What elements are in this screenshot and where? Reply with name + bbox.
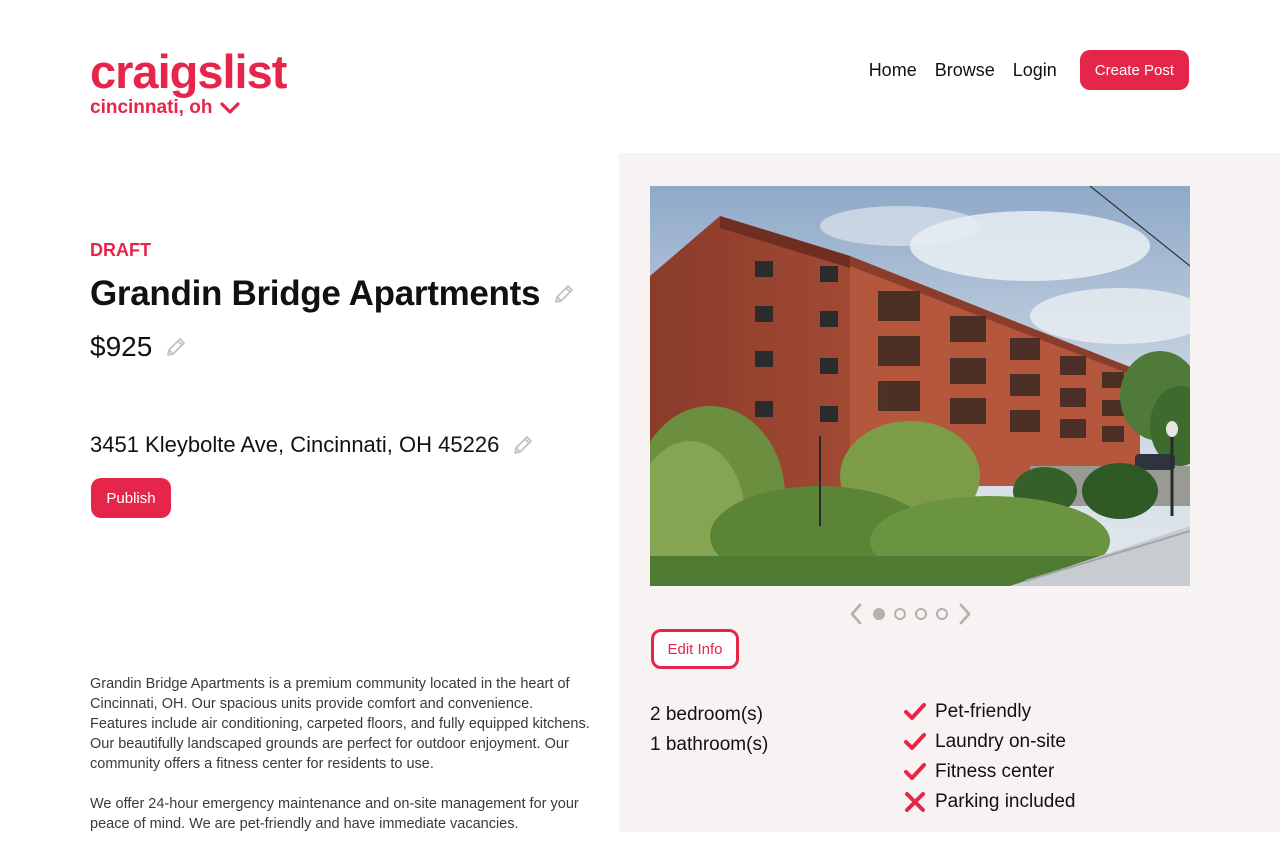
carousel-dot[interactable] bbox=[894, 608, 906, 620]
nav-browse-link[interactable]: Browse bbox=[935, 60, 995, 81]
x-icon bbox=[905, 792, 925, 812]
amenity-label: Laundry on-site bbox=[935, 731, 1066, 752]
image-carousel-controls bbox=[848, 602, 973, 626]
carousel-dot[interactable] bbox=[915, 608, 927, 620]
listing-photo[interactable] bbox=[650, 186, 1190, 586]
price-row: $925 bbox=[90, 331, 188, 363]
nav-login-link[interactable]: Login bbox=[1013, 60, 1057, 81]
create-post-button[interactable]: Create Post bbox=[1079, 50, 1189, 90]
location-label: cincinnati, oh bbox=[90, 97, 213, 118]
amenity-item: Parking included bbox=[904, 787, 1075, 817]
nav-home-link[interactable]: Home bbox=[869, 60, 917, 81]
top-nav: Home Browse Login Create Post bbox=[869, 50, 1189, 90]
amenities-list: Pet-friendly Laundry on-site Fitness cen… bbox=[904, 697, 1075, 817]
amenity-label: Fitness center bbox=[935, 761, 1055, 782]
amenity-item: Laundry on-site bbox=[904, 727, 1075, 757]
listing-price: $925 bbox=[90, 331, 153, 362]
edit-info-button[interactable]: Edit Info bbox=[651, 629, 739, 669]
draft-status-label: DRAFT bbox=[90, 240, 151, 260]
amenity-item: Fitness center bbox=[904, 757, 1075, 787]
description-paragraph: We offer 24-hour emergency maintenance a… bbox=[90, 796, 579, 832]
bathrooms-count: 1 bathroom(s) bbox=[650, 734, 769, 755]
check-icon bbox=[904, 733, 926, 750]
edit-title-pencil-icon[interactable] bbox=[552, 282, 576, 306]
check-icon bbox=[904, 703, 926, 720]
location-selector[interactable]: cincinnati, oh bbox=[90, 97, 241, 119]
chevron-down-icon bbox=[220, 102, 241, 114]
carousel-next-arrow-icon[interactable] bbox=[957, 602, 973, 626]
amenity-label: Parking included bbox=[935, 791, 1076, 812]
carousel-dot[interactable] bbox=[873, 608, 885, 620]
edit-price-pencil-icon[interactable] bbox=[164, 335, 188, 359]
publish-button[interactable]: Publish bbox=[91, 478, 171, 518]
address-row: 3451 Kleybolte Ave, Cincinnati, OH 45226 bbox=[90, 432, 535, 458]
craigslist-logo[interactable]: craigslist bbox=[90, 44, 287, 100]
amenity-item: Pet-friendly bbox=[904, 697, 1075, 727]
check-icon bbox=[904, 763, 926, 780]
description-paragraph: Grandin Bridge Apartments is a premium c… bbox=[90, 676, 590, 772]
carousel-prev-arrow-icon[interactable] bbox=[848, 602, 864, 626]
carousel-dot[interactable] bbox=[936, 608, 948, 620]
listing-description: Grandin Bridge Apartments is a premium c… bbox=[90, 674, 590, 854]
title-row: Grandin Bridge Apartments bbox=[90, 274, 576, 314]
listing-address: 3451 Kleybolte Ave, Cincinnati, OH 45226 bbox=[90, 432, 500, 457]
unit-details: 2 bedroom(s) 1 bathroom(s) bbox=[650, 700, 768, 760]
amenity-label: Pet-friendly bbox=[935, 701, 1032, 722]
bedrooms-count: 2 bedroom(s) bbox=[650, 704, 763, 725]
listing-title: Grandin Bridge Apartments bbox=[90, 274, 541, 313]
edit-address-pencil-icon[interactable] bbox=[511, 433, 535, 457]
